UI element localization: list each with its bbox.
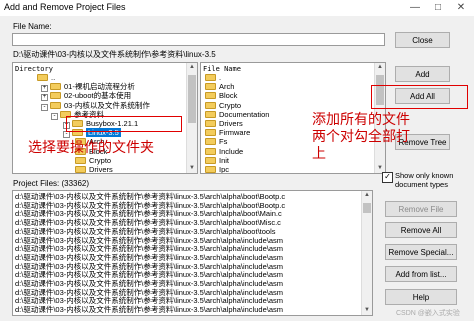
folder-icon: [205, 110, 216, 118]
directory-row-label: Drivers: [89, 165, 113, 174]
collapse-icon[interactable]: -: [51, 112, 58, 120]
remove-file-button[interactable]: Remove File: [385, 201, 457, 217]
help-button[interactable]: Help: [385, 289, 457, 305]
remove-all-button[interactable]: Remove All: [385, 222, 457, 238]
folder-icon: [205, 101, 216, 109]
file-name-input[interactable]: [12, 33, 385, 46]
maximize-icon[interactable]: □: [427, 0, 449, 16]
file-row-label: Include: [219, 146, 244, 156]
file-name-label: File Name:: [13, 22, 52, 31]
folder-icon: [205, 129, 216, 137]
annotation-right-line3: 上: [312, 146, 326, 162]
collapse-icon[interactable]: -: [63, 131, 70, 139]
collapse-icon[interactable]: -: [41, 103, 48, 111]
directory-row-label: ..: [51, 73, 56, 82]
file-row-label: Drivers: [219, 119, 243, 128]
folder-icon: [205, 83, 216, 91]
directory-row-label: 02-uboot的基本使用: [64, 91, 132, 101]
annotation-left: 选择要操作的文件夹: [28, 140, 154, 156]
checkbox-check-icon[interactable]: ✓: [382, 172, 393, 183]
annotation-right-line2: 两个对勾全部打: [312, 129, 410, 145]
watermark: CSDN @嵌入式实验: [396, 310, 460, 317]
folder-icon: [50, 83, 61, 91]
folder-icon: [205, 74, 216, 81]
folder-icon: [75, 166, 86, 173]
window-title: Add and Remove Project Files: [4, 2, 126, 12]
folder-icon: [205, 120, 216, 127]
title-bar: Add and Remove Project Files — □ ✕: [0, 0, 474, 16]
file-row-label: Init: [219, 155, 230, 165]
add-button[interactable]: Add: [395, 66, 450, 82]
project-files-list[interactable]: d:\驱动课件\03-内核以及文件系统制作\参考资料\linux-3.5\arc…: [12, 190, 373, 316]
folder-icon: [50, 92, 61, 100]
folder-icon: [50, 101, 61, 109]
file-row[interactable]: Ipc: [205, 165, 230, 174]
remove-special-button[interactable]: Remove Special...: [385, 244, 457, 260]
annotation-box-add-all: [371, 85, 468, 109]
project-files-label: Project Files: (33362): [13, 179, 90, 188]
show-only-known-label: Show only known document types: [395, 171, 454, 189]
scroll-up-icon[interactable]: ▲: [362, 191, 372, 200]
file-row-label: Block: [219, 91, 238, 101]
project-files-scrollbar[interactable]: ▲ ▼: [361, 191, 372, 315]
folder-icon: [75, 156, 86, 164]
add-from-list-button[interactable]: Add from list...: [385, 266, 457, 282]
scroll-thumb[interactable]: [188, 75, 196, 123]
file-row-label: Arch: [219, 82, 235, 92]
directory-row[interactable]: Drivers: [75, 165, 113, 174]
scroll-up-icon[interactable]: ▲: [187, 63, 197, 72]
file-row-label: Crypto: [219, 100, 242, 110]
project-file-row[interactable]: d:\驱动课件\03-内核以及文件系统制作\参考资料\linux-3.5\arc…: [15, 305, 283, 315]
directory-row-label: 03-内核以及文件系统制作: [64, 100, 150, 110]
current-path: D:\驱动课件\03-内核以及文件系统制作\参考资料\linux-3.5: [13, 50, 216, 59]
file-row-label: Ipc: [219, 165, 230, 174]
folder-icon: [37, 74, 48, 81]
scroll-down-icon[interactable]: ▼: [362, 306, 372, 315]
folder-icon: [205, 156, 216, 164]
annotation-box-folder: [66, 116, 182, 132]
scroll-thumb[interactable]: [363, 203, 371, 213]
scroll-down-icon[interactable]: ▼: [187, 164, 197, 173]
scroll-up-icon[interactable]: ▲: [375, 63, 385, 72]
folder-icon: [205, 138, 216, 146]
annotation-right-line1: 添加所有的文件: [312, 112, 410, 128]
close-icon[interactable]: ✕: [450, 0, 472, 16]
close-button[interactable]: Close: [395, 32, 450, 48]
file-list-header: File Name: [203, 65, 241, 73]
directory-scrollbar[interactable]: ▲ ▼: [186, 63, 197, 173]
folder-icon: [205, 92, 216, 100]
directory-row-label: Crypto: [89, 155, 112, 165]
folder-icon: [205, 147, 216, 155]
file-row-label: Documentation: [219, 109, 270, 119]
show-only-known-checkbox[interactable]: ✓ Show only known document types: [382, 171, 474, 194]
file-row-label: .: [219, 73, 222, 82]
folder-icon: [205, 166, 216, 173]
minimize-icon[interactable]: —: [404, 0, 426, 16]
directory-header: Directory: [15, 65, 53, 73]
directory-row-label: 01-裸机启动流程分析: [64, 82, 135, 92]
file-row-label: Firmware: [219, 128, 251, 138]
file-row-label: Fs: [219, 137, 228, 147]
